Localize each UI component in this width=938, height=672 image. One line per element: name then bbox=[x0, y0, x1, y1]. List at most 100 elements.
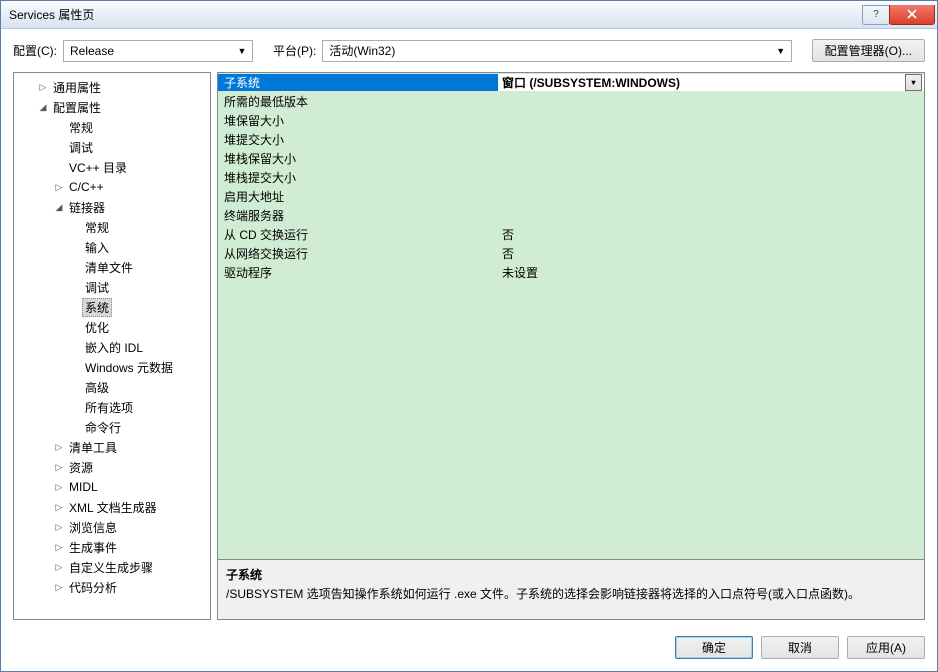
tree-item[interactable]: 所有选项 bbox=[14, 397, 210, 417]
expander-open-icon[interactable]: ◢ bbox=[52, 202, 66, 213]
tree-item[interactable]: 调试 bbox=[14, 277, 210, 297]
platform-combo[interactable]: 活动(Win32) ▼ bbox=[322, 40, 791, 62]
property-value[interactable]: 否 bbox=[498, 226, 924, 243]
desc-text: /SUBSYSTEM 选项告知操作系统如何运行 .exe 文件。子系统的选择会影… bbox=[226, 585, 916, 602]
tree-item-label: C/C++ bbox=[66, 179, 107, 195]
expander-closed-icon[interactable]: ▷ bbox=[52, 502, 66, 513]
property-row[interactable]: 从 CD 交换运行否 bbox=[218, 225, 924, 244]
tree-item-label: 链接器 bbox=[66, 198, 108, 217]
expander-closed-icon[interactable]: ▷ bbox=[52, 562, 66, 573]
tree-item-label: 调试 bbox=[66, 138, 96, 157]
expander-closed-icon[interactable]: ▷ bbox=[52, 542, 66, 553]
property-row[interactable]: 堆栈提交大小 bbox=[218, 168, 924, 187]
platform-value: 活动(Win32) bbox=[329, 42, 772, 59]
property-row[interactable]: 驱动程序未设置 bbox=[218, 263, 924, 282]
property-label: 从网络交换运行 bbox=[218, 245, 498, 262]
tree-item[interactable]: ▷浏览信息 bbox=[14, 517, 210, 537]
tree-item[interactable]: 清单文件 bbox=[14, 257, 210, 277]
titlebar-buttons: ? bbox=[863, 5, 935, 25]
tree-item[interactable]: ▷代码分析 bbox=[14, 577, 210, 597]
category-tree[interactable]: ▷通用属性◢配置属性常规调试VC++ 目录▷C/C++◢链接器常规输入清单文件调… bbox=[13, 72, 211, 620]
property-grid[interactable]: 子系统窗口 (/SUBSYSTEM:WINDOWS)▾所需的最低版本堆保留大小堆… bbox=[218, 73, 924, 559]
expander-open-icon[interactable]: ◢ bbox=[36, 102, 50, 113]
tree-item-label: 命令行 bbox=[82, 418, 124, 437]
tree-item[interactable]: ▷清单工具 bbox=[14, 437, 210, 457]
property-row[interactable]: 所需的最低版本 bbox=[218, 92, 924, 111]
config-label: 配置(C): bbox=[13, 42, 57, 59]
expander-closed-icon[interactable]: ▷ bbox=[52, 442, 66, 453]
config-manager-button[interactable]: 配置管理器(O)... bbox=[812, 39, 925, 62]
tree-item[interactable]: 命令行 bbox=[14, 417, 210, 437]
property-label: 堆提交大小 bbox=[218, 131, 498, 148]
tree-item-label: MIDL bbox=[66, 479, 101, 495]
tree-item-label: 高级 bbox=[82, 378, 112, 397]
description-pane: 子系统 /SUBSYSTEM 选项告知操作系统如何运行 .exe 文件。子系统的… bbox=[218, 559, 924, 619]
property-label: 从 CD 交换运行 bbox=[218, 226, 498, 243]
tree-item[interactable]: ▷资源 bbox=[14, 457, 210, 477]
window-title: Services 属性页 bbox=[9, 6, 863, 23]
tree-item[interactable]: 调试 bbox=[14, 137, 210, 157]
cancel-button[interactable]: 取消 bbox=[761, 636, 839, 659]
dialog-footer: 确定 取消 应用(A) bbox=[1, 624, 937, 671]
property-row[interactable]: 堆提交大小 bbox=[218, 130, 924, 149]
close-icon bbox=[907, 9, 917, 19]
apply-button[interactable]: 应用(A) bbox=[847, 636, 925, 659]
property-row[interactable]: 堆栈保留大小 bbox=[218, 149, 924, 168]
property-label: 堆栈提交大小 bbox=[218, 169, 498, 186]
property-value[interactable]: 未设置 bbox=[498, 264, 924, 281]
tree-item-label: Windows 元数据 bbox=[82, 358, 176, 377]
expander-closed-icon[interactable]: ▷ bbox=[52, 462, 66, 473]
dropdown-arrow-icon[interactable]: ▾ bbox=[905, 74, 922, 91]
tree-item[interactable]: 常规 bbox=[14, 117, 210, 137]
tree-item-label: 浏览信息 bbox=[66, 518, 120, 537]
tree-item[interactable]: 系统 bbox=[14, 297, 210, 317]
tree-item[interactable]: ◢链接器 bbox=[14, 197, 210, 217]
tree-item[interactable]: ▷C/C++ bbox=[14, 177, 210, 197]
chevron-down-icon: ▼ bbox=[773, 46, 789, 56]
property-label: 堆保留大小 bbox=[218, 112, 498, 129]
expander-closed-icon[interactable]: ▷ bbox=[36, 82, 50, 93]
tree-item[interactable]: 嵌入的 IDL bbox=[14, 337, 210, 357]
property-value[interactable]: 窗口 (/SUBSYSTEM:WINDOWS)▾ bbox=[498, 74, 924, 91]
right-pane: 子系统窗口 (/SUBSYSTEM:WINDOWS)▾所需的最低版本堆保留大小堆… bbox=[217, 72, 925, 620]
tree-item-label: 优化 bbox=[82, 318, 112, 337]
property-row[interactable]: 启用大地址 bbox=[218, 187, 924, 206]
help-button[interactable]: ? bbox=[862, 5, 890, 25]
close-button[interactable] bbox=[889, 5, 935, 25]
tree-item[interactable]: ◢配置属性 bbox=[14, 97, 210, 117]
tree-item-label: 代码分析 bbox=[66, 578, 120, 597]
tree-item-label: 清单工具 bbox=[66, 438, 120, 457]
tree-item[interactable]: ▷通用属性 bbox=[14, 77, 210, 97]
property-row[interactable]: 终端服务器 bbox=[218, 206, 924, 225]
expander-closed-icon[interactable]: ▷ bbox=[52, 582, 66, 593]
tree-item[interactable]: 输入 bbox=[14, 237, 210, 257]
tree-item[interactable]: VC++ 目录 bbox=[14, 157, 210, 177]
property-label: 所需的最低版本 bbox=[218, 93, 498, 110]
tree-item[interactable]: 常规 bbox=[14, 217, 210, 237]
tree-item[interactable]: ▷自定义生成步骤 bbox=[14, 557, 210, 577]
tree-item[interactable]: ▷生成事件 bbox=[14, 537, 210, 557]
ok-button[interactable]: 确定 bbox=[675, 636, 753, 659]
tree-item[interactable]: 高级 bbox=[14, 377, 210, 397]
tree-item-label: 输入 bbox=[82, 238, 112, 257]
property-row[interactable]: 堆保留大小 bbox=[218, 111, 924, 130]
property-value[interactable]: 否 bbox=[498, 245, 924, 262]
property-row[interactable]: 子系统窗口 (/SUBSYSTEM:WINDOWS)▾ bbox=[218, 73, 924, 92]
titlebar: Services 属性页 ? bbox=[1, 1, 937, 29]
expander-closed-icon[interactable]: ▷ bbox=[52, 522, 66, 533]
tree-item-label: 常规 bbox=[66, 118, 96, 137]
config-combo[interactable]: Release ▼ bbox=[63, 40, 253, 62]
tree-item[interactable]: 优化 bbox=[14, 317, 210, 337]
expander-closed-icon[interactable]: ▷ bbox=[52, 182, 66, 193]
property-label: 启用大地址 bbox=[218, 188, 498, 205]
chevron-down-icon: ▼ bbox=[234, 46, 250, 56]
property-row[interactable]: 从网络交换运行否 bbox=[218, 244, 924, 263]
expander-closed-icon[interactable]: ▷ bbox=[52, 482, 66, 493]
tree-item[interactable]: ▷XML 文档生成器 bbox=[14, 497, 210, 517]
tree-item[interactable]: Windows 元数据 bbox=[14, 357, 210, 377]
tree-item-label: 嵌入的 IDL bbox=[82, 338, 146, 357]
tree-item[interactable]: ▷MIDL bbox=[14, 477, 210, 497]
property-value-text: 窗口 (/SUBSYSTEM:WINDOWS) bbox=[502, 74, 905, 91]
tree-item-label: 资源 bbox=[66, 458, 96, 477]
tree-item-label: 所有选项 bbox=[82, 398, 136, 417]
